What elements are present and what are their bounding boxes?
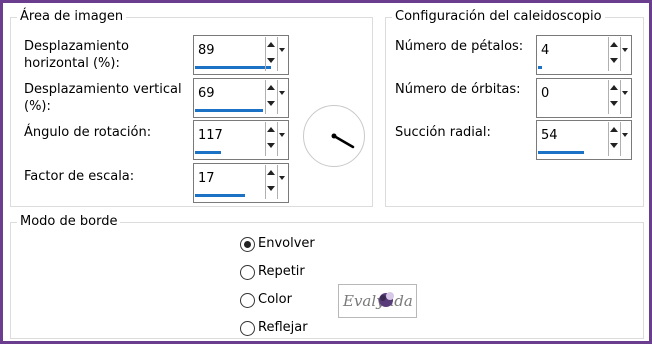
orbits-spinner[interactable]: 0 — [536, 78, 632, 118]
radial-suction-slider[interactable] — [538, 151, 584, 154]
orbits-label: Número de órbitas: — [395, 82, 521, 97]
kaleidoscope-dialog: Área de imagen Desplazamiento horizontal… — [3, 3, 649, 341]
down-arrow-icon[interactable] — [267, 101, 275, 106]
up-arrow-icon[interactable] — [267, 170, 275, 175]
divider — [620, 37, 621, 71]
h-offset-value: 89 — [198, 43, 215, 58]
radial-suction-spinner[interactable]: 54 — [536, 120, 632, 160]
radio-wrap-label[interactable]: Envolver — [258, 236, 315, 252]
down-arrow-icon[interactable] — [610, 58, 618, 63]
dial-needle-icon — [331, 133, 355, 149]
up-arrow-icon[interactable] — [610, 42, 618, 47]
divider — [620, 80, 621, 114]
down-arrow-icon[interactable] — [610, 101, 618, 106]
scale-label: Factor de escala: — [24, 169, 135, 184]
scale-slider[interactable] — [195, 194, 245, 197]
down-arrow-icon[interactable] — [267, 186, 275, 191]
rotation-label: Ángulo de rotación: — [24, 125, 152, 140]
chevron-down-icon[interactable] — [622, 48, 628, 52]
divider — [277, 37, 278, 71]
v-offset-slider[interactable] — [195, 109, 263, 112]
petals-label: Número de pétalos: — [395, 39, 524, 54]
chevron-down-icon[interactable] — [279, 133, 285, 137]
radial-suction-label: Succión radial: — [395, 125, 491, 140]
orbits-value: 0 — [541, 86, 550, 101]
up-arrow-icon[interactable] — [267, 42, 275, 47]
divider — [277, 165, 278, 199]
v-offset-spinner[interactable]: 69 — [193, 78, 289, 118]
chevron-down-icon[interactable] — [279, 48, 285, 52]
up-arrow-icon[interactable] — [267, 127, 275, 132]
radio-color-button[interactable] — [240, 293, 255, 308]
rotation-spinner[interactable]: 117 — [193, 120, 289, 160]
rotation-dial[interactable] — [303, 105, 365, 167]
v-offset-label-1: Desplazamiento vertical — [24, 82, 182, 97]
v-offset-label-2: (%): — [24, 99, 51, 114]
watermark-text: Evalynda — [342, 292, 413, 310]
chevron-down-icon[interactable] — [622, 133, 628, 137]
h-offset-slider[interactable] — [195, 66, 271, 69]
radio-wrap-button[interactable] — [240, 237, 255, 252]
rotation-slider[interactable] — [195, 151, 221, 154]
radio-reflect-button[interactable] — [240, 321, 255, 336]
radio-reflect-label[interactable]: Reflejar — [258, 320, 308, 336]
radio-repeat-button[interactable] — [240, 265, 255, 280]
radio-repeat-label[interactable]: Repetir — [258, 264, 305, 280]
radio-color-label[interactable]: Color — [258, 292, 292, 308]
down-arrow-icon[interactable] — [610, 143, 618, 148]
border-mode-group: Modo de borde — [10, 214, 644, 339]
border-mode-title: Modo de borde — [17, 214, 121, 230]
color-swatch[interactable]: Evalynda — [338, 284, 417, 318]
petals-slider[interactable] — [538, 66, 542, 69]
up-arrow-icon[interactable] — [610, 85, 618, 90]
h-offset-label-2: horizontal (%): — [24, 56, 120, 71]
watermark-logo: Evalynda — [342, 292, 413, 310]
h-offset-spinner[interactable]: 89 — [193, 35, 289, 75]
divider — [620, 122, 621, 156]
radial-suction-value: 54 — [541, 128, 558, 143]
divider — [277, 80, 278, 114]
image-area-title: Área de imagen — [17, 9, 127, 25]
down-arrow-icon[interactable] — [267, 143, 275, 148]
scale-value: 17 — [198, 171, 215, 186]
petals-value: 4 — [541, 43, 550, 58]
chevron-down-icon[interactable] — [279, 91, 285, 95]
kaleidoscope-title: Configuración del caleidoscopio — [392, 9, 605, 25]
rotation-value: 117 — [198, 128, 223, 143]
h-offset-label-1: Desplazamiento — [24, 39, 129, 54]
chevron-down-icon[interactable] — [279, 176, 285, 180]
divider — [277, 122, 278, 156]
chevron-down-icon[interactable] — [622, 91, 628, 95]
scale-spinner[interactable]: 17 — [193, 163, 289, 203]
v-offset-value: 69 — [198, 86, 215, 101]
up-arrow-icon[interactable] — [610, 127, 618, 132]
down-arrow-icon[interactable] — [267, 58, 275, 63]
up-arrow-icon[interactable] — [267, 85, 275, 90]
petals-spinner[interactable]: 4 — [536, 35, 632, 75]
